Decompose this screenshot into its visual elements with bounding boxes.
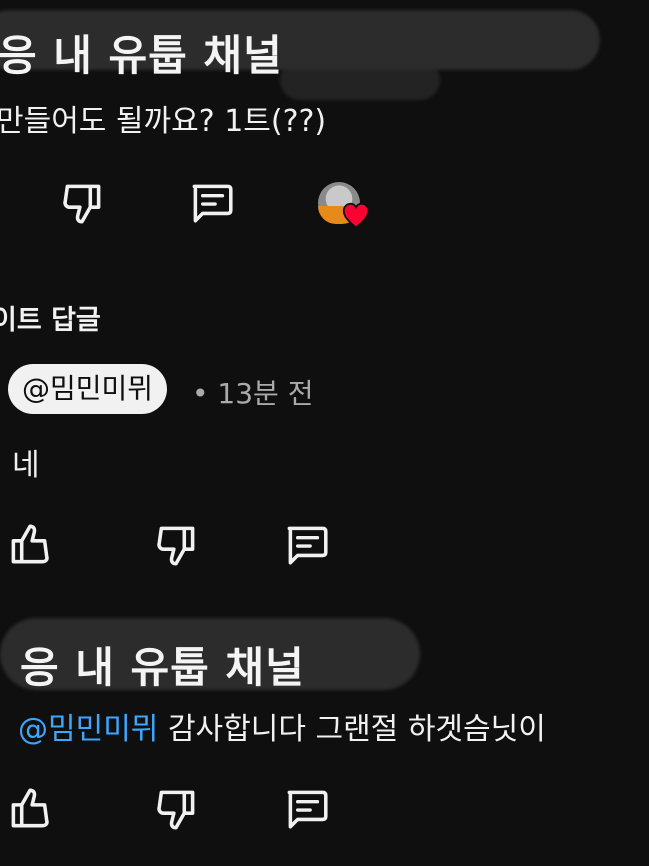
reply-button[interactable]: [281, 520, 331, 570]
thumbs-down-icon: [157, 790, 195, 830]
reply-author-mention[interactable]: @밈민미뮈: [8, 364, 168, 414]
comment-mention-link[interactable]: @밈민미뮈: [18, 712, 158, 747]
comment-author-title: 응 내 유툽 채널: [20, 643, 305, 692]
reply-body: 네: [12, 448, 40, 483]
thumbs-down-icon: [63, 184, 101, 224]
thumbs-down-icon: [157, 526, 195, 566]
replies-header: 이트 답글: [0, 305, 101, 336]
thumbs-up-icon: [11, 788, 49, 828]
comment-author-title: 응 내 유툽 채널: [0, 31, 283, 80]
heart-icon: [342, 202, 370, 229]
comment-body: 만들어도 될까요? 1트(??): [0, 104, 327, 139]
reply-button[interactable]: [281, 784, 331, 834]
dislike-button[interactable]: [152, 784, 202, 834]
comment-body-text: 감사합니다 그랜절 하겟슴닛이: [158, 712, 546, 747]
comment-icon: [287, 526, 328, 565]
reply-button[interactable]: [186, 178, 236, 228]
creator-heart-avatar: [318, 182, 370, 229]
like-button[interactable]: [4, 784, 54, 834]
comment-body: @밈민미뮈 감사합니다 그랜절 하겟슴닛이: [18, 704, 546, 748]
comment-icon: [192, 184, 233, 223]
dislike-button[interactable]: [152, 520, 202, 570]
dislike-button[interactable]: [58, 178, 108, 228]
like-button[interactable]: [4, 520, 54, 570]
reply-timestamp: • 13분 전: [192, 377, 314, 410]
thumbs-up-icon: [11, 524, 49, 564]
redaction-scribble: [280, 60, 440, 100]
comment-icon: [287, 790, 328, 829]
